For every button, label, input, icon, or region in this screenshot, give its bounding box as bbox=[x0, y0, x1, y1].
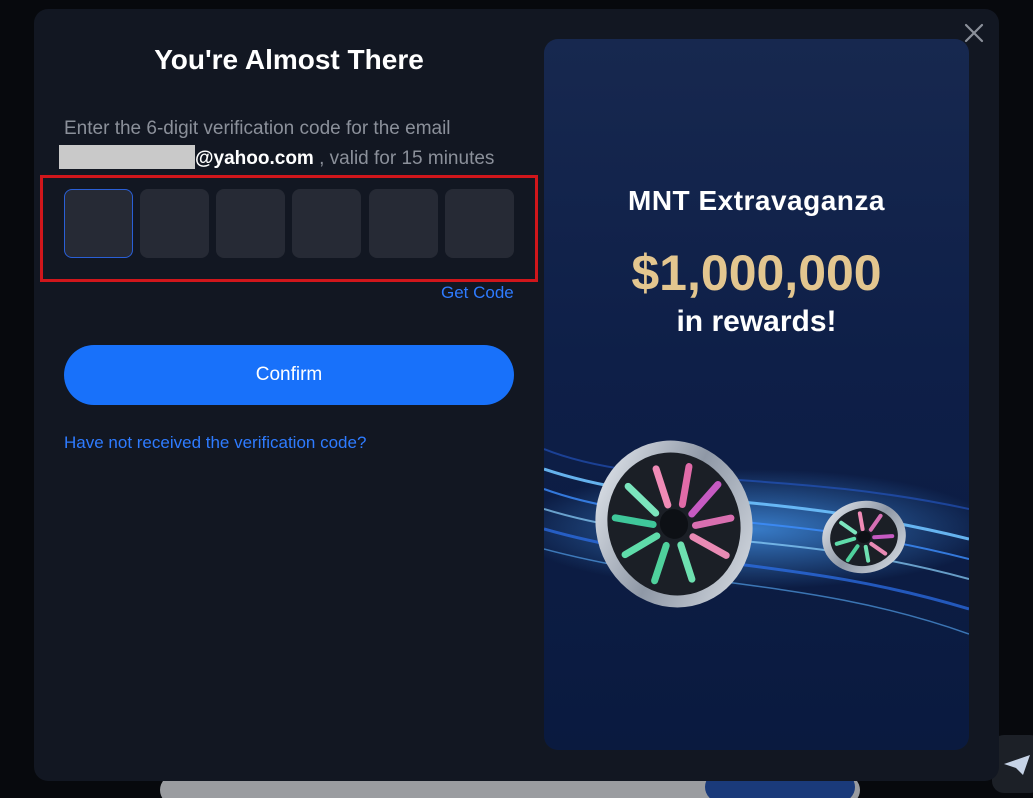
promo-title: MNT Extravaganza bbox=[628, 185, 885, 216]
redacted-email bbox=[59, 145, 195, 169]
code-digit-input-6[interactable] bbox=[445, 189, 514, 258]
validity-text: , valid for 15 minutes bbox=[313, 148, 495, 169]
description-line-2: @yahoo.com , valid for 15 minutes bbox=[59, 144, 524, 174]
promo-subtitle: in rewards! bbox=[676, 305, 837, 338]
close-icon bbox=[964, 23, 984, 43]
code-digit-input-2[interactable] bbox=[140, 189, 209, 258]
get-code-link[interactable]: Get Code bbox=[441, 283, 521, 303]
code-digit-input-3[interactable] bbox=[216, 189, 285, 258]
confirm-button[interactable]: Confirm bbox=[64, 345, 514, 405]
promo-banner[interactable]: MNT Extravaganza $1,000,000 in rewards! bbox=[544, 39, 969, 750]
modal-title: You're Almost There bbox=[154, 44, 424, 75]
code-digit-input-5[interactable] bbox=[369, 189, 438, 258]
email-domain: @yahoo.com bbox=[195, 148, 314, 169]
promo-amount: $1,000,000 bbox=[631, 245, 882, 301]
coin-illustration bbox=[544, 440, 969, 635]
verification-description: Enter the 6-digit verification code for … bbox=[59, 114, 524, 174]
description-line-1: Enter the 6-digit verification code for … bbox=[64, 118, 451, 139]
send-icon bbox=[1004, 755, 1030, 775]
not-received-code-link[interactable]: Have not received the verification code? bbox=[64, 433, 366, 453]
close-button[interactable] bbox=[962, 21, 986, 45]
code-digit-input-1[interactable] bbox=[64, 189, 133, 258]
code-digit-input-4[interactable] bbox=[292, 189, 361, 258]
